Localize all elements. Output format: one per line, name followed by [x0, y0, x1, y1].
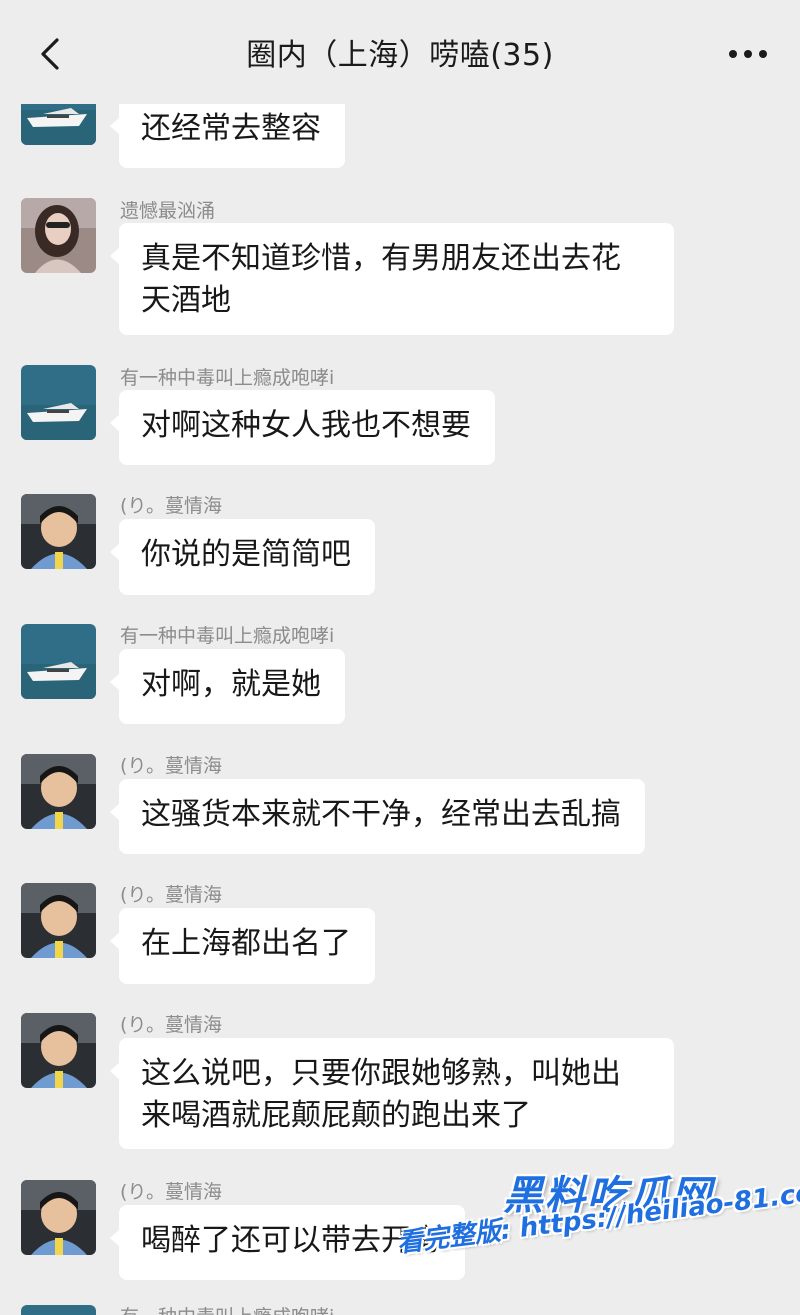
- chat-header: 圈内（上海）唠嗑(35): [0, 0, 800, 104]
- avatar-yacht[interactable]: [21, 1305, 96, 1315]
- child-avatar-icon: [21, 754, 96, 829]
- child-avatar-icon: [21, 494, 96, 569]
- sender-name: (り。蔓情海: [120, 755, 223, 777]
- ellipsis-icon: [729, 50, 767, 58]
- avatar-yacht[interactable]: [21, 624, 96, 699]
- more-button[interactable]: [724, 36, 772, 72]
- chat-title: 圈内（上海）唠嗑(35): [246, 38, 554, 73]
- message-line: 来喝酒就屁颠屁颠的跑出来了: [141, 1098, 531, 1133]
- child-avatar-icon: [21, 1180, 96, 1255]
- child-avatar-icon: [21, 1013, 96, 1088]
- sender-name: 有一种中毒叫上瘾成咆哮i: [120, 1302, 334, 1315]
- sender-name: (り。蔓情海: [120, 884, 223, 906]
- message-line: 对啊，就是她: [141, 667, 321, 702]
- message-line: 真是不知道珍惜，有男朋友还出去花: [141, 241, 621, 276]
- avatar-yacht[interactable]: [21, 365, 96, 440]
- message-line: 这么说吧，只要你跟她够熟，叫她出: [141, 1056, 621, 1091]
- avatar-child[interactable]: [21, 883, 96, 958]
- message-bubble[interactable]: 你说的是简简吧: [110, 519, 375, 595]
- message-line: 你说的是简简吧: [141, 537, 351, 572]
- sender-name: 有一种中毒叫上瘾成咆哮i: [120, 625, 335, 647]
- chat-screen: 圈内（上海）唠嗑(35) 还经常去整容 遗憾最汹涌 真是不知道珍惜，有男朋友还出…: [0, 0, 800, 1315]
- sender-name: (り。蔓情海: [120, 1181, 223, 1203]
- yacht-avatar-icon: [21, 365, 96, 440]
- message-bubble[interactable]: 对啊，就是她: [110, 649, 345, 724]
- sender-name: (り。蔓情海: [120, 1014, 223, 1036]
- message-line: 还经常去整容: [141, 111, 321, 146]
- watermark: 黑料吃瓜网 看完整版: https://heiliao-81.com: [395, 1155, 800, 1290]
- avatar-child[interactable]: [21, 494, 96, 569]
- avatar-woman[interactable]: [21, 198, 96, 273]
- message-bubble[interactable]: 这么说吧，只要你跟她够熟，叫她出 来喝酒就屁颠屁颠的跑出来了: [110, 1038, 674, 1149]
- child-avatar-icon: [21, 883, 96, 958]
- message-bubble[interactable]: 还经常去整容: [110, 93, 345, 168]
- message-line: 对啊这种女人我也不想要: [141, 408, 471, 443]
- message-bubble[interactable]: 对啊这种女人我也不想要: [110, 390, 495, 465]
- message-line: 在上海都出名了: [141, 926, 351, 961]
- message-bubble[interactable]: 真是不知道珍惜，有男朋友还出去花 天酒地: [110, 223, 674, 335]
- message-bubble[interactable]: 在上海都出名了: [110, 908, 375, 984]
- sender-name: 有一种中毒叫上瘾成咆哮i: [120, 367, 335, 389]
- yacht-avatar-icon: [21, 1305, 96, 1315]
- woman-avatar-icon: [21, 198, 96, 273]
- message-bubble[interactable]: 这骚货本来就不干净，经常出去乱搞: [110, 779, 645, 854]
- message-line: 天酒地: [141, 283, 231, 318]
- sender-name: (り。蔓情海: [120, 495, 223, 517]
- message-line: 这骚货本来就不干净，经常出去乱搞: [141, 797, 621, 832]
- avatar-child[interactable]: [21, 1013, 96, 1088]
- yacht-avatar-icon: [21, 624, 96, 699]
- sender-name: 遗憾最汹涌: [120, 200, 216, 222]
- avatar-child[interactable]: [21, 1180, 96, 1255]
- avatar-child[interactable]: [21, 754, 96, 829]
